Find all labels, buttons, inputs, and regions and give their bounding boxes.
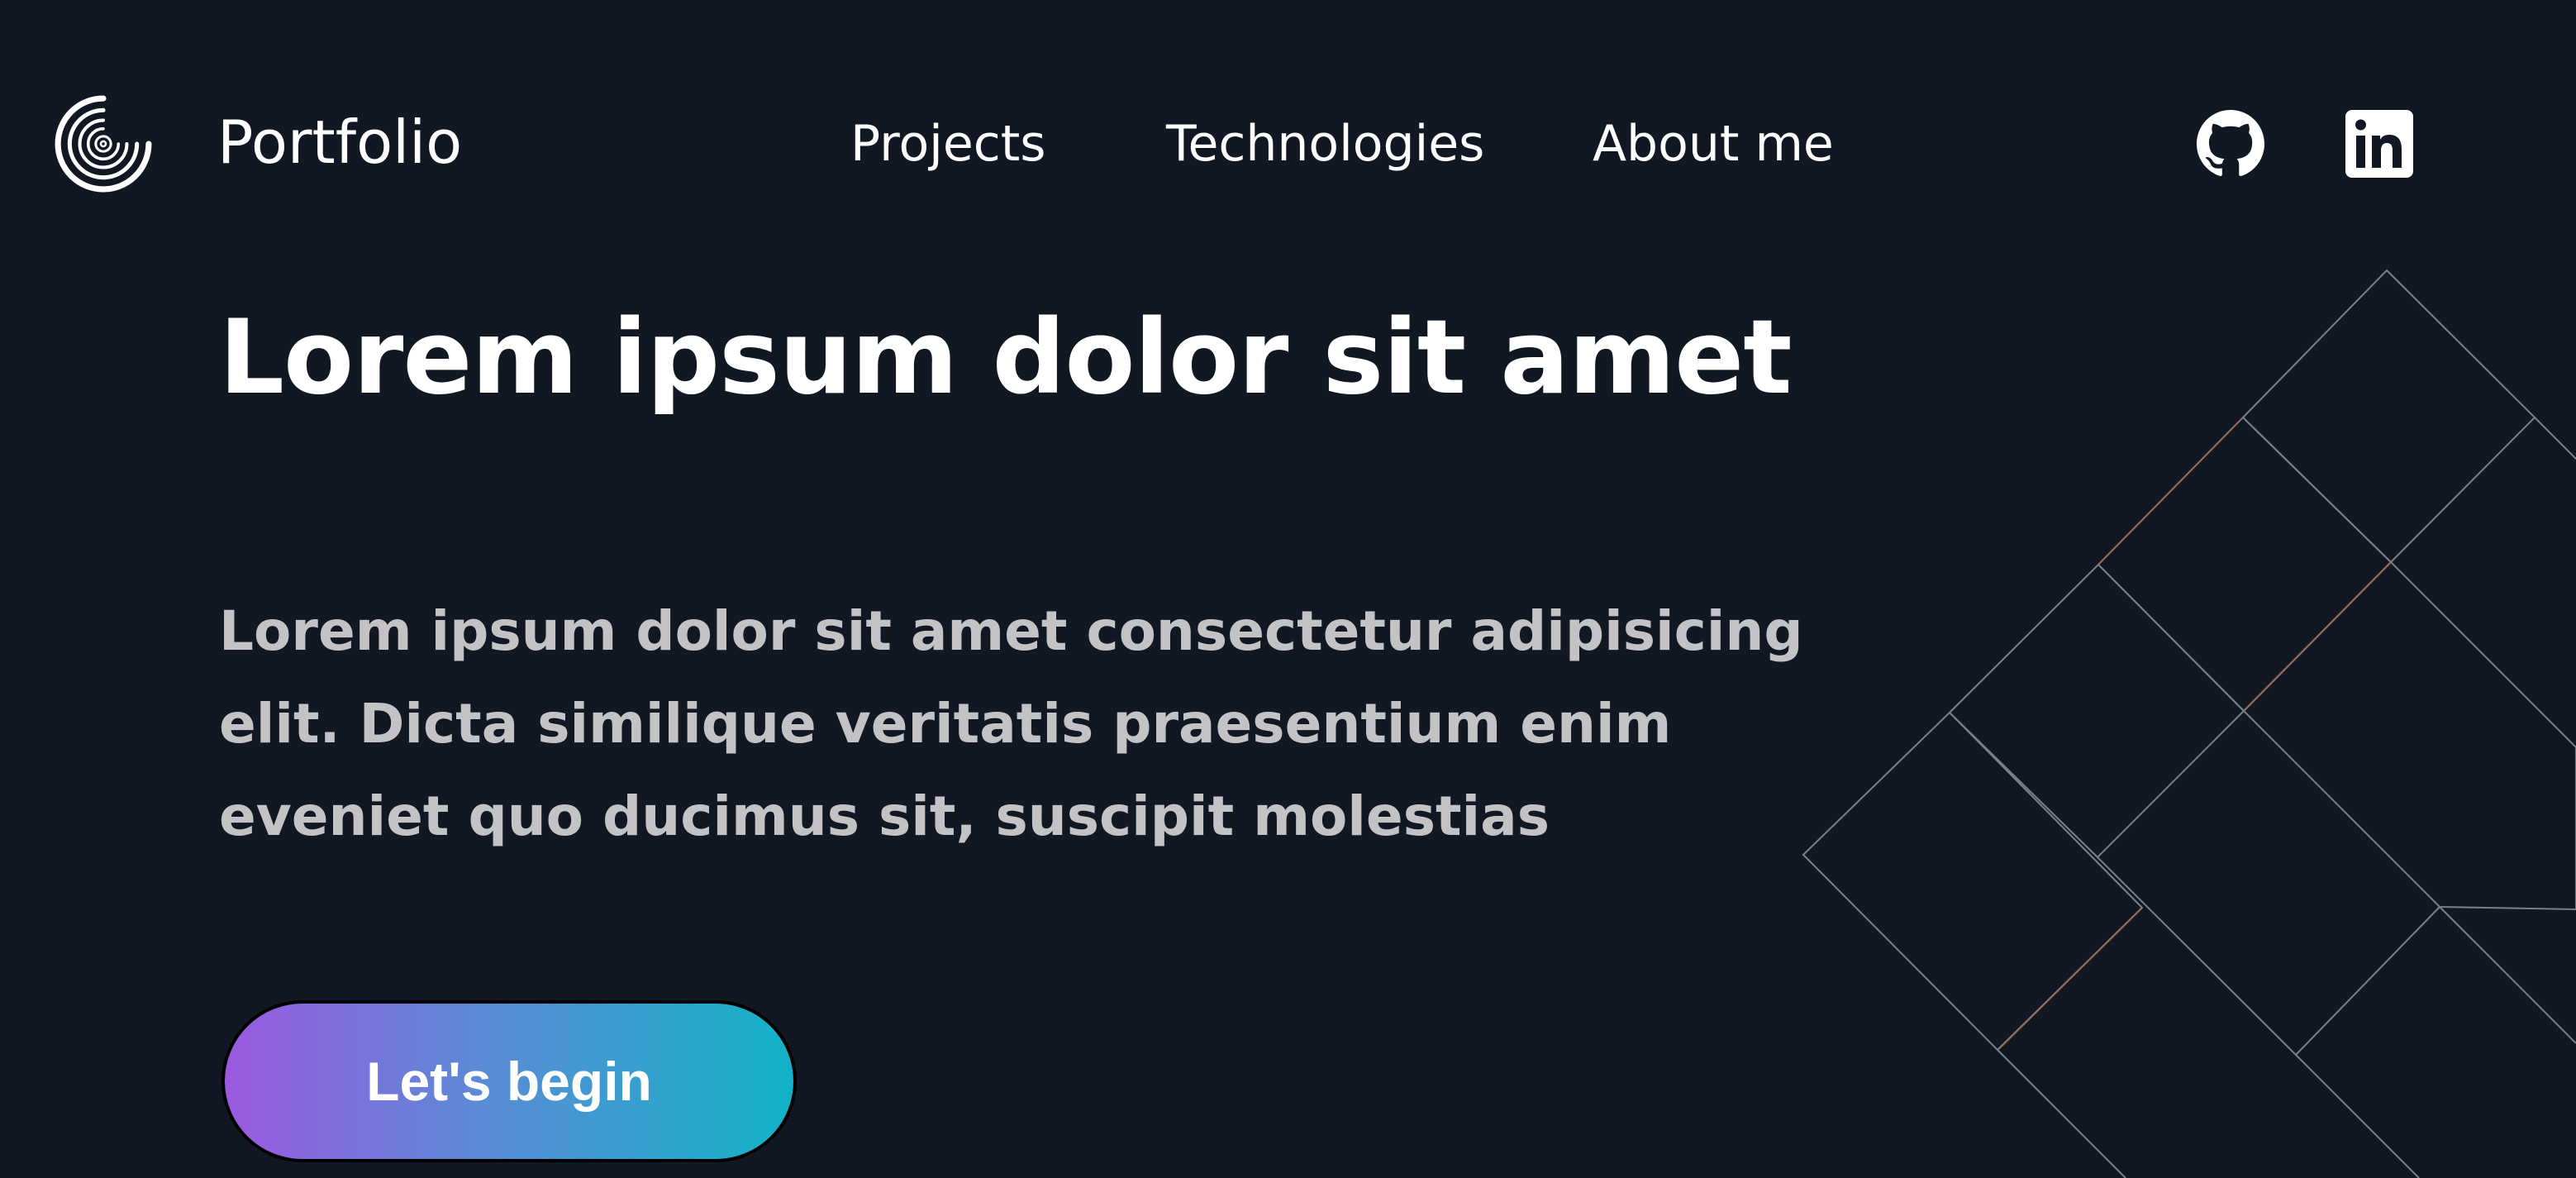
brand-name[interactable]: Portfolio: [217, 101, 462, 184]
hero-title: Lorem ipsum dolor sit amet: [219, 298, 1793, 417]
github-icon[interactable]: [2197, 110, 2264, 178]
lets-begin-button[interactable]: Let's begin: [221, 1000, 797, 1162]
decorative-diamond-pattern: [1802, 269, 2576, 1178]
nav-link-projects[interactable]: Projects: [850, 110, 1046, 178]
nav-link-about-me[interactable]: About me: [1593, 110, 1834, 178]
nav-link-technologies[interactable]: Technologies: [1166, 110, 1484, 178]
linkedin-icon[interactable]: [2345, 110, 2413, 178]
spiral-logo-icon[interactable]: [53, 93, 154, 194]
hero-description: Lorem ipsum dolor sit amet consectetur a…: [219, 599, 1803, 848]
site-header: Portfolio Projects Technologies About me: [0, 0, 2576, 248]
